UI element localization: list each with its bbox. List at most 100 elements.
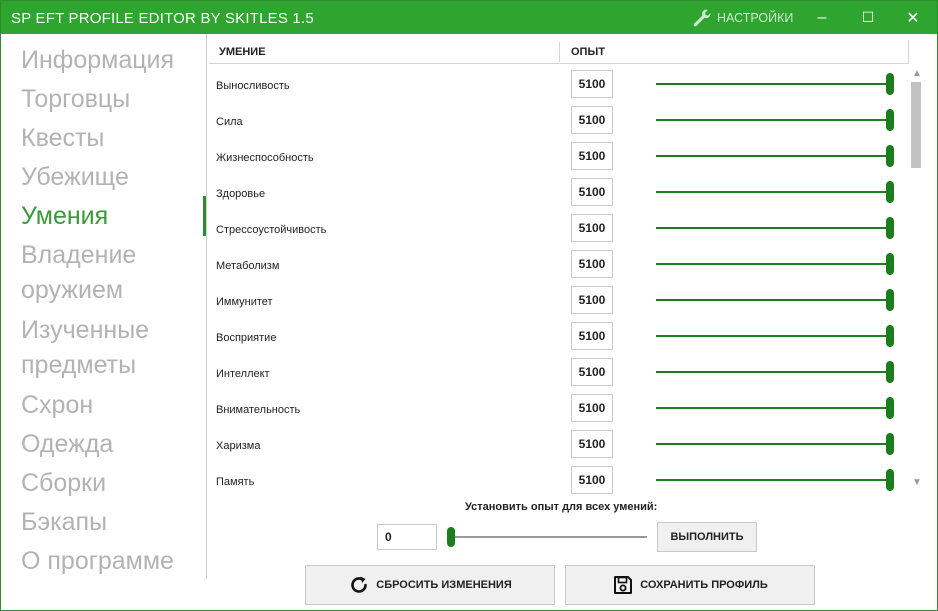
table-row: Метаболизм 5100 [209,248,909,284]
sidebar-item-traders[interactable]: Торговцы [21,82,130,117]
xp-input[interactable]: 5100 [571,466,613,494]
skill-name: Жизнеспособность [216,152,314,164]
execute-label: ВЫПОЛНИТЬ [670,531,744,543]
skill-name: Внимательность [216,404,301,416]
sidebar-item-weapon-mastery[interactable]: Владение [21,238,136,273]
xp-slider-track[interactable] [656,83,892,85]
column-header-skill[interactable]: УМЕНИЕ [219,46,266,58]
save-label: СОХРАНИТЬ ПРОФИЛЬ [640,579,768,591]
skill-name: Восприятие [216,332,277,344]
xp-slider-thumb[interactable] [886,145,894,167]
xp-slider-thumb[interactable] [886,109,894,131]
reset-changes-button[interactable]: СБРОСИТЬ ИЗМЕНЕНИЯ [305,565,555,605]
xp-slider-track[interactable] [656,155,892,157]
table-row: Интеллект 5100 [209,356,909,392]
table-row: Жизнеспособность 5100 [209,140,909,176]
table-row: Выносливость 5100 [209,68,909,104]
table-row: Восприятие 5100 [209,320,909,356]
skill-name: Интеллект [216,368,270,380]
sidebar-item-examined-items-line2[interactable]: предметы [21,348,136,383]
sidebar-item-info[interactable]: Информация [21,43,174,78]
xp-input[interactable]: 5100 [571,250,613,278]
set-all-slider-track[interactable] [451,536,647,538]
xp-input[interactable]: 5100 [571,142,613,170]
sidebar-item-clothing[interactable]: Одежда [21,427,113,462]
sidebar-item-hideout[interactable]: Убежище [21,160,129,195]
sidebar-item-examined-items[interactable]: Изученные [21,313,149,348]
xp-slider-track[interactable] [656,191,892,193]
xp-input[interactable]: 5100 [571,106,613,134]
scroll-down-arrow-icon[interactable]: ▼ [910,477,924,489]
execute-button[interactable]: ВЫПОЛНИТЬ [657,522,757,552]
sidebar-item-about[interactable]: О программе [21,544,174,579]
skill-name: Метаболизм [216,260,280,272]
xp-slider-thumb[interactable] [886,469,894,491]
xp-slider-thumb[interactable] [886,433,894,455]
table-row: Здоровье 5100 [209,176,909,212]
table-header: УМЕНИЕ ОПЫТ [209,40,909,64]
skill-name: Выносливость [216,80,290,92]
xp-input[interactable]: 5100 [571,358,613,386]
sidebar-item-skills[interactable]: Умения [21,199,108,234]
skill-name: Стрессоустойчивость [216,224,327,236]
sidebar-item-stash[interactable]: Схрон [21,388,93,423]
xp-input[interactable]: 5100 [571,430,613,458]
maximize-icon: ☐ [861,9,875,25]
xp-slider-thumb[interactable] [886,181,894,203]
minimize-icon: – [817,8,827,26]
xp-input[interactable]: 5100 [571,70,613,98]
skill-name: Здоровье [216,188,266,200]
xp-slider-track[interactable] [656,371,892,373]
settings-button[interactable]: НАСТРОЙКИ [691,7,793,29]
app-window: SP EFT PROFILE EDITOR BY SKITLES 1.5 НАС… [0,0,938,611]
xp-slider-thumb[interactable] [886,325,894,347]
skill-name: Харизма [216,440,261,452]
sidebar-item-backups[interactable]: Бэкапы [21,505,107,540]
title-bar: SP EFT PROFILE EDITOR BY SKITLES 1.5 НАС… [1,1,937,34]
xp-slider-track[interactable] [656,335,892,337]
reset-icon [348,574,370,596]
set-all-slider-thumb[interactable] [447,527,455,547]
xp-slider-thumb[interactable] [886,361,894,383]
reset-label: СБРОСИТЬ ИЗМЕНЕНИЯ [376,579,512,591]
table-row: Память 5100 [209,464,909,500]
window-title: SP EFT PROFILE EDITOR BY SKITLES 1.5 [11,10,314,27]
xp-slider-track[interactable] [656,119,892,121]
active-nav-indicator [203,196,206,236]
xp-slider-thumb[interactable] [886,253,894,275]
xp-input[interactable]: 5100 [571,178,613,206]
xp-slider-thumb[interactable] [886,289,894,311]
table-row: Стрессоустойчивость 5100 [209,212,909,248]
set-all-xp-input[interactable]: 0 [377,524,437,550]
minimize-button[interactable]: – [800,1,844,34]
settings-label: НАСТРОЙКИ [717,11,794,25]
table-row: Иммунитет 5100 [209,284,909,320]
close-button[interactable]: ✕ [891,1,935,34]
column-divider [559,42,560,62]
scrollbar-thumb[interactable] [911,82,921,168]
xp-slider-thumb[interactable] [886,217,894,239]
table-row: Харизма 5100 [209,428,909,464]
skill-name: Сила [216,116,243,128]
xp-slider-track[interactable] [656,299,892,301]
skill-name: Иммунитет [216,296,273,308]
xp-slider-track[interactable] [656,479,892,481]
sidebar-item-builds[interactable]: Сборки [21,466,106,501]
xp-slider-track[interactable] [656,443,892,445]
set-all-label: Установить опыт для всех умений: [465,501,658,513]
sidebar-item-weapon-mastery-line2[interactable]: оружием [21,273,123,308]
xp-slider-track[interactable] [656,227,892,229]
maximize-button[interactable]: ☐ [846,1,890,34]
column-header-xp[interactable]: ОПЫТ [571,46,605,58]
save-profile-button[interactable]: СОХРАНИТЬ ПРОФИЛЬ [565,565,815,605]
xp-input[interactable]: 5100 [571,214,613,242]
xp-input[interactable]: 5100 [571,394,613,422]
scroll-up-arrow-icon[interactable]: ▲ [910,68,924,80]
xp-input[interactable]: 5100 [571,322,613,350]
xp-slider-thumb[interactable] [886,397,894,419]
xp-slider-track[interactable] [656,263,892,265]
xp-slider-track[interactable] [656,407,892,409]
sidebar-item-quests[interactable]: Квесты [21,121,104,156]
xp-slider-thumb[interactable] [886,73,894,95]
xp-input[interactable]: 5100 [571,286,613,314]
